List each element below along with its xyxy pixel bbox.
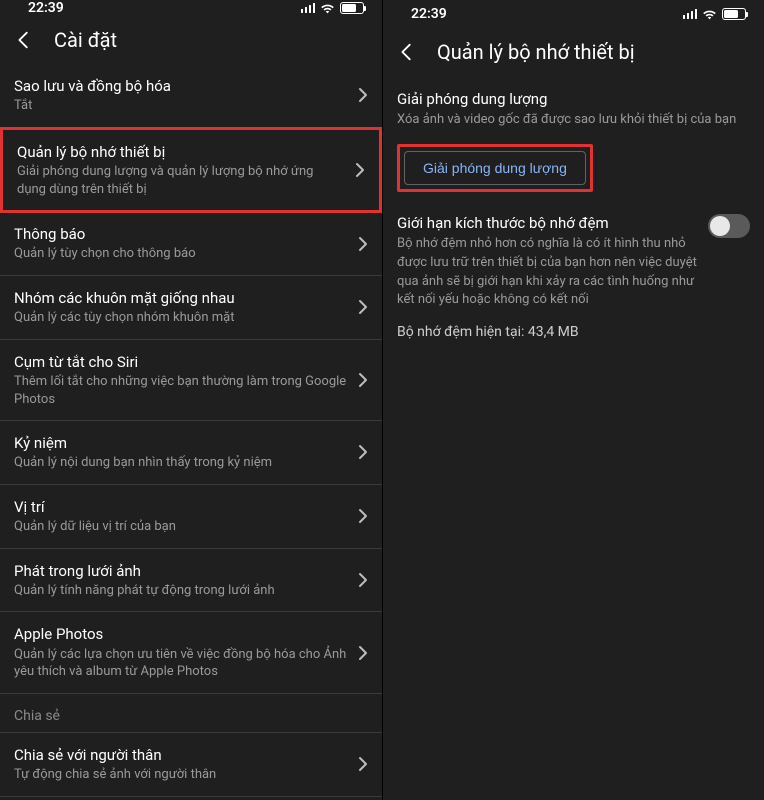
free-space-action: Giải phóng dung lượng <box>383 134 764 206</box>
row-title: Quản lý bộ nhớ thiết bị <box>17 142 345 162</box>
nav-header: Quản lý bộ nhớ thiết bị <box>383 28 764 76</box>
row-siri-shortcuts[interactable]: Cụm từ tắt cho Siri Thêm lối tắt cho nhữ… <box>0 340 382 421</box>
page-title: Quản lý bộ nhớ thiết bị <box>437 40 635 64</box>
row-sub: Quản lý dữ liệu vị trí của bạn <box>14 518 348 536</box>
signal-icon <box>683 9 698 19</box>
row-location[interactable]: Vị trí Quản lý dữ liệu vị trí của bạn <box>0 485 382 549</box>
status-indicators <box>301 2 365 14</box>
row-manage-storage[interactable]: Quản lý bộ nhớ thiết bị Giải phóng dung … <box>0 127 382 213</box>
highlight-annotation: Giải phóng dung lượng <box>397 144 593 192</box>
wifi-icon <box>320 3 335 14</box>
row-sub: Quản lý các tùy chọn nhóm khuôn mặt <box>14 309 348 327</box>
cache-limit-block: Giới hạn kích thước bộ nhớ đệm Bộ nhớ đệ… <box>383 206 764 310</box>
row-title: Phát trong lưới ảnh <box>14 561 348 581</box>
row-sub: Quản lý các lựa chọn ưu tiên về việc đồn… <box>14 646 348 681</box>
row-share-family[interactable]: Chia sẻ với người thân Tự động chia sẻ ả… <box>0 733 382 797</box>
chevron-right-icon <box>358 372 368 388</box>
wifi-icon <box>702 9 717 20</box>
nav-header: Cài đặt <box>0 16 382 64</box>
block-title: Giải phóng dung lượng <box>397 90 750 108</box>
back-button[interactable] <box>10 26 38 54</box>
status-bar: 22:39 <box>0 0 382 16</box>
row-hide-video[interactable]: Ẩn video khỏi ảnh chuyển động Người khác… <box>0 797 382 800</box>
battery-icon <box>340 2 364 14</box>
status-indicators <box>683 8 747 20</box>
chevron-right-icon <box>358 299 368 315</box>
chevron-right-icon <box>358 444 368 460</box>
row-sub: Giải phóng dung lượng và quản lý lượng b… <box>17 163 345 198</box>
row-memories[interactable]: Kỷ niệm Quản lý nội dung bạn nhìn thấy t… <box>0 421 382 485</box>
free-space-button[interactable]: Giải phóng dung lượng <box>404 151 586 185</box>
row-backup-sync[interactable]: Sao lưu và đồng bộ hóa Tắt <box>0 64 382 128</box>
row-title: Vị trí <box>14 497 348 517</box>
battery-icon <box>722 8 746 20</box>
row-sub: Quản lý nội dung bạn nhìn thấy trong kỷ … <box>14 454 348 472</box>
chevron-right-icon <box>358 756 368 772</box>
row-sub: Tự động chia sẻ ảnh với người thân <box>14 766 348 784</box>
page-title: Cài đặt <box>54 28 117 52</box>
phone-right: 22:39 Quản lý bộ nhớ thiết bị Giải phóng… <box>382 0 764 800</box>
chevron-left-icon <box>396 41 418 63</box>
row-sub: Tắt <box>14 97 348 115</box>
row-sub: Quản lý tính năng phát tự động trong lướ… <box>14 582 348 600</box>
chevron-right-icon <box>358 87 368 103</box>
status-time: 22:39 <box>28 0 64 16</box>
row-title: Cụm từ tắt cho Siri <box>14 352 348 372</box>
row-face-groups[interactable]: Nhóm các khuôn mặt giống nhau Quản lý cá… <box>0 276 382 340</box>
chevron-right-icon <box>358 572 368 588</box>
section-share-label: Chia sẻ <box>0 694 382 733</box>
status-time: 22:39 <box>411 6 447 22</box>
cache-limit-toggle[interactable] <box>708 214 750 238</box>
settings-list: Sao lưu và đồng bộ hóa Tắt Quản lý bộ nh… <box>0 64 382 800</box>
cache-current-line: Bộ nhớ đệm hiện tại: 43,4 MB <box>383 310 764 354</box>
row-notifications[interactable]: Thông báo Quản lý tùy chọn cho thông báo <box>0 212 382 276</box>
signal-icon <box>301 3 316 13</box>
phone-left: 22:39 Cài đặt Sao lưu và đồng bộ hóa Tắt… <box>0 0 382 800</box>
block-desc: Xóa ảnh và video gốc đã được sao lưu khỏ… <box>397 111 750 130</box>
chevron-left-icon <box>13 29 35 51</box>
block-title: Giới hạn kích thước bộ nhớ đệm <box>397 214 698 232</box>
row-title: Chia sẻ với người thân <box>14 745 348 765</box>
chevron-right-icon <box>355 162 365 178</box>
row-title: Nhóm các khuôn mặt giống nhau <box>14 288 348 308</box>
chevron-right-icon <box>358 236 368 252</box>
row-sub: Thêm lối tắt cho những việc bạn thường l… <box>14 373 348 408</box>
free-space-block: Giải phóng dung lượng Xóa ảnh và video g… <box>383 76 764 134</box>
chevron-right-icon <box>358 508 368 524</box>
back-button[interactable] <box>393 38 421 66</box>
row-apple-photos[interactable]: Apple Photos Quản lý các lựa chọn ưu tiê… <box>0 612 382 693</box>
row-title: Kỷ niệm <box>14 433 348 453</box>
chevron-right-icon <box>358 645 368 661</box>
row-sub: Quản lý tùy chọn cho thông báo <box>14 245 348 263</box>
row-grid-playback[interactable]: Phát trong lưới ảnh Quản lý tính năng ph… <box>0 549 382 613</box>
block-desc: Bộ nhớ đệm nhỏ hơn có nghĩa là có ít hìn… <box>397 235 698 310</box>
row-title: Apple Photos <box>14 624 348 644</box>
row-title: Thông báo <box>14 224 348 244</box>
row-title: Sao lưu và đồng bộ hóa <box>14 76 348 96</box>
status-bar: 22:39 <box>383 0 764 28</box>
